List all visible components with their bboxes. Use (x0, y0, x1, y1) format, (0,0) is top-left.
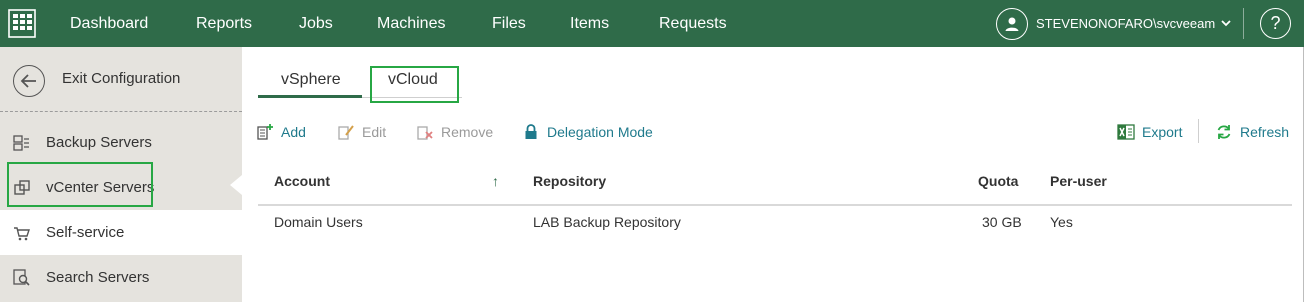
delegation-mode-label: Delegation Mode (547, 124, 653, 140)
excel-icon (1117, 123, 1135, 141)
exit-configuration-label: Exit Configuration (62, 70, 181, 87)
column-header-account[interactable]: Account (274, 173, 330, 189)
refresh-button[interactable]: Refresh (1215, 122, 1289, 142)
top-bar: Dashboard Reports Jobs Machines Files It… (0, 0, 1304, 47)
main-content: vSphere vCloud Add Edit Remove Delegatio… (242, 47, 1304, 302)
column-header-quota[interactable]: Quota (978, 173, 1018, 189)
nav-dashboard[interactable]: Dashboard (70, 0, 148, 47)
export-label: Export (1142, 124, 1183, 140)
remove-label: Remove (441, 124, 494, 140)
add-label: Add (281, 124, 306, 140)
cell-account: Domain Users (274, 214, 363, 230)
column-header-per-user[interactable]: Per-user (1050, 173, 1107, 189)
cell-quota: 30 GB (982, 214, 1022, 230)
sort-ascending-icon[interactable]: ↑ (492, 173, 499, 189)
user-name: STEVENONOFARO\svcveeam (1036, 16, 1216, 31)
back-arrow-icon (13, 65, 45, 97)
self-service-highlight (7, 162, 153, 207)
delegation-mode-button[interactable]: Delegation Mode (522, 122, 653, 142)
edit-button[interactable]: Edit (337, 122, 386, 142)
sidebar-item-self-service[interactable]: Self-service (0, 210, 242, 255)
nav-items[interactable]: Items (570, 0, 609, 47)
chevron-down-icon (1221, 18, 1231, 30)
user-avatar-icon (996, 7, 1028, 40)
lock-icon (522, 123, 540, 141)
toolbar-divider (1198, 119, 1199, 143)
sidebar-item-label: Self-service (46, 224, 125, 241)
sidebar-item-backup-servers[interactable]: Backup Servers (0, 120, 242, 165)
add-icon (256, 123, 274, 141)
refresh-icon (1215, 123, 1233, 141)
nav-requests[interactable]: Requests (659, 0, 727, 47)
cell-per-user: Yes (1050, 214, 1073, 230)
export-button[interactable]: Export (1117, 122, 1182, 142)
remove-icon (416, 123, 434, 141)
refresh-label: Refresh (1240, 124, 1290, 140)
column-header-repository[interactable]: Repository (533, 173, 606, 189)
nav-reports[interactable]: Reports (196, 0, 252, 47)
search-servers-icon (12, 268, 32, 288)
active-tab-indicator (258, 95, 362, 98)
active-item-pointer (230, 175, 242, 195)
backup-servers-icon (12, 133, 32, 153)
user-menu[interactable]: STEVENONOFARO\svcveeam (996, 7, 1231, 40)
sidebar-item-search-servers[interactable]: Search Servers (0, 255, 242, 300)
nav-jobs[interactable]: Jobs (299, 0, 333, 47)
table-row[interactable] (258, 205, 1292, 235)
help-button[interactable]: ? (1260, 8, 1291, 39)
edit-icon (337, 123, 355, 141)
tab-vsphere[interactable]: vSphere (281, 71, 341, 89)
sidebar-item-label: Search Servers (46, 269, 150, 286)
vcloud-tab-highlight (370, 66, 459, 103)
cart-icon (12, 223, 32, 243)
nav-files[interactable]: Files (492, 0, 526, 47)
sidebar-item-label: Backup Servers (46, 134, 152, 151)
remove-button[interactable]: Remove (416, 122, 493, 142)
cell-repository: LAB Backup Repository (533, 214, 681, 230)
app-logo-icon[interactable] (4, 5, 40, 41)
topbar-divider (1243, 8, 1244, 39)
nav-machines[interactable]: Machines (377, 0, 445, 47)
edit-label: Edit (362, 124, 387, 140)
add-button[interactable]: Add (256, 122, 306, 142)
exit-configuration-button[interactable]: Exit Configuration (0, 47, 242, 112)
